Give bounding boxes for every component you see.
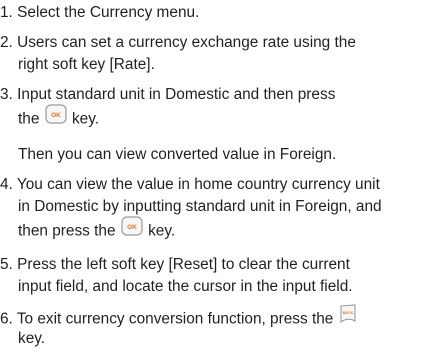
step-1: 1. Select the Currency menu.	[0, 2, 439, 24]
svg-text:OK: OK	[51, 112, 61, 119]
step-text: in Domestic by inputting standard unit i…	[18, 198, 382, 215]
step-number: 6.	[0, 310, 13, 328]
step-text: Input standard unit in Domestic and then…	[17, 86, 336, 103]
step-text: key.	[148, 222, 176, 240]
step-6: 6. To exit currency conversion function,…	[0, 304, 439, 350]
step-text: Users can set a currency exchange rate u…	[17, 34, 356, 51]
svg-text:OK: OK	[127, 224, 137, 231]
step-text: You can view the value in home country c…	[16, 176, 380, 193]
step-2: 2. Users can set a currency exchange rat…	[0, 32, 439, 76]
step-text: Select the Currency menu.	[17, 4, 200, 21]
step-number: 5.	[0, 256, 13, 273]
step-text: Press the left soft key [Reset] to clear…	[17, 256, 350, 273]
step-3: 3. Input standard unit in Domestic and t…	[0, 84, 439, 128]
back-key-icon: BACK	[339, 304, 357, 331]
step-text: key.	[71, 110, 100, 128]
step-text: then press the	[18, 222, 116, 240]
ok-key-icon: OK	[45, 104, 67, 131]
step-5: 5. Press the left soft key [Reset] to cl…	[0, 254, 439, 298]
step-number: 1.	[0, 4, 13, 21]
note-text: Then you can view converted value in For…	[18, 146, 337, 163]
step-text: the	[18, 110, 40, 128]
step-text: To exit currency conversion function, pr…	[16, 310, 334, 328]
step-text: input field, and locate the cursor in th…	[18, 278, 353, 295]
step-text: key.	[18, 330, 46, 347]
step-3-note: Then you can view converted value in For…	[0, 144, 439, 166]
step-number: 3.	[0, 86, 13, 103]
step-text: right soft key [Rate].	[18, 56, 155, 73]
step-number: 4.	[0, 176, 13, 193]
step-4: 4. You can view the value in home countr…	[0, 174, 439, 240]
ok-key-icon: OK	[121, 216, 143, 243]
svg-text:BACK: BACK	[342, 311, 353, 315]
instructions-page: 1. Select the Currency menu. 2. Users ca…	[0, 0, 439, 356]
step-number: 2.	[0, 34, 13, 51]
